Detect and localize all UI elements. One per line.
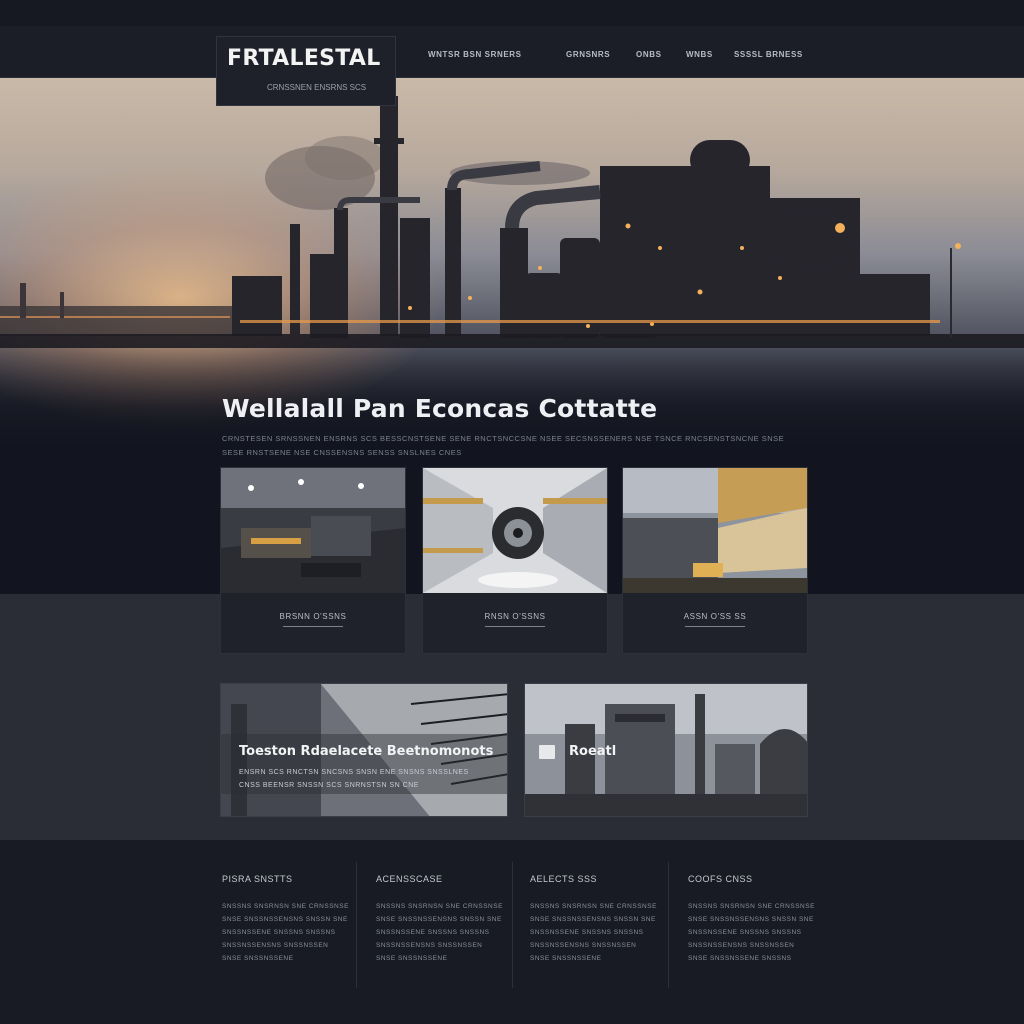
footer-link[interactable]: SNSE SNSSNSSENE SNSSNS	[688, 952, 828, 965]
panel-background-2	[525, 684, 807, 816]
footer-link[interactable]: SNSSNSSENSNS SNSSNSSEN	[530, 939, 670, 952]
footer-column-4: COOFS CNSS SNSSNS SNSRNSN SNE CRNSSNSE S…	[688, 874, 828, 965]
card-underline	[485, 626, 545, 627]
footer-link[interactable]: SNSE SNSSNSSENE	[222, 952, 362, 965]
hero-heading: Wellalall Pan Econcas Cottatte	[222, 394, 658, 423]
nav-link-2[interactable]: GRNSNRS	[566, 50, 610, 59]
footer-link[interactable]: SNSSNSSENSNS SNSSNSSEN	[376, 939, 516, 952]
logo[interactable]: FRTALESTAL CRNSSNEN ENSRNS SCS	[216, 36, 396, 106]
feature-panel-2[interactable]: Roeatl	[524, 683, 808, 817]
footer-link[interactable]: SNSSNS SNSRNSN SNE CRNSSNSE	[376, 900, 516, 913]
card-image-3	[623, 468, 807, 593]
footer-link[interactable]: SNSE SNSSNSSENE	[530, 952, 670, 965]
footer-heading-2: ACENSSCASE	[376, 874, 443, 884]
footer-link[interactable]: SNSE SNSSNSSENE	[376, 952, 516, 965]
card-underline	[283, 626, 343, 627]
footer-link[interactable]: SNSSNS SNSRNSN SNE CRNSSNSE	[688, 900, 828, 913]
card-label-3: ASSN O'SS SS	[683, 612, 747, 621]
play-icon[interactable]	[539, 745, 555, 759]
footer-heading-3: AELECTS SSS	[530, 874, 598, 884]
nav-link-5[interactable]: SSSSL BRNESS	[734, 50, 803, 59]
footer-heading-4: COOFS CNSS	[688, 874, 753, 884]
footer-link[interactable]: SNSSNSSENE SNSSNS SNSSNS	[222, 926, 362, 939]
card-label-2: RNSN O'SSNS	[484, 612, 546, 621]
hero-paragraph: CRNSTESEN SRNSSNEN ENSRNS SCS BESSCNSTSE…	[222, 434, 785, 457]
panel-subtitle-1: ENSRN SCS RNCTSN SNCSNS SNSN ENE SNSNS S…	[239, 769, 469, 789]
top-navigation-bar: WNTSR BSN SRNERS GRNSNRS ONBS WNBS SSSSL…	[0, 0, 1024, 78]
service-card-1[interactable]: BRSNN O'SSNS	[220, 467, 406, 654]
card-label-1: BRSNN O'SSNS	[279, 612, 347, 621]
nav-link-3[interactable]: ONBS	[636, 50, 662, 59]
card-image-2	[423, 468, 607, 593]
footer-link[interactable]: SNSSNSSENE SNSSNS SNSSNS	[688, 926, 828, 939]
service-card-3[interactable]: ASSN O'SS SS	[622, 467, 808, 654]
card-image-1	[221, 468, 405, 593]
feature-panel-1[interactable]: Toeston Rdaelacete Beetnomonots ENSRN SC…	[220, 683, 508, 817]
footer-column-1: PISRA SNSTTS SNSSNS SNSRNSN SNE CRNSSNSE…	[222, 874, 362, 965]
footer-link[interactable]: SNSE SNSSNSSENSNS SNSSN SNE	[530, 913, 670, 926]
nav-link-1[interactable]: WNTSR BSN SRNERS	[428, 50, 522, 59]
footer-link[interactable]: SNSSNSSENE SNSSNS SNSSNS	[376, 926, 516, 939]
footer-link[interactable]: SNSSNS SNSRNSN SNE CRNSSNSE	[222, 900, 362, 913]
footer-link[interactable]: SNSSNSSENSNS SNSSNSSEN	[222, 939, 362, 952]
footer-link[interactable]: SNSSNS SNSRNSN SNE CRNSSNSE	[530, 900, 670, 913]
logo-title: FRTALESTAL	[227, 46, 381, 71]
footer-link[interactable]: SNSE SNSSNSSENSNS SNSSN SNE	[222, 913, 362, 926]
nav-link-4[interactable]: WNBS	[686, 50, 713, 59]
panel-title-1: Toeston Rdaelacete Beetnomonots	[239, 744, 494, 759]
footer-link[interactable]: SNSSNSSENSNS SNSSNSSEN	[688, 939, 828, 952]
footer-heading-1: PISRA SNSTTS	[222, 874, 293, 884]
footer-link[interactable]: SNSE SNSSNSSENSNS SNSSN SNE	[376, 913, 516, 926]
service-card-2[interactable]: RNSN O'SSNS	[422, 467, 608, 654]
top-strip	[0, 0, 1024, 26]
page: WNTSR BSN SRNERS GRNSNRS ONBS WNBS SSSSL…	[0, 0, 1024, 1024]
footer-link[interactable]: SNSE SNSSNSSENSNS SNSSN SNE	[688, 913, 828, 926]
panel-title-2: Roeatl	[569, 744, 617, 759]
card-underline	[685, 626, 745, 627]
footer-link[interactable]: SNSSNSSENE SNSSNS SNSSNS	[530, 926, 670, 939]
footer-column-3: AELECTS SSS SNSSNS SNSRNSN SNE CRNSSNSE …	[530, 874, 670, 965]
footer-column-2: ACENSSCASE SNSSNS SNSRNSN SNE CRNSSNSE S…	[376, 874, 516, 965]
logo-subtitle: CRNSSNEN ENSRNS SCS	[267, 83, 367, 92]
